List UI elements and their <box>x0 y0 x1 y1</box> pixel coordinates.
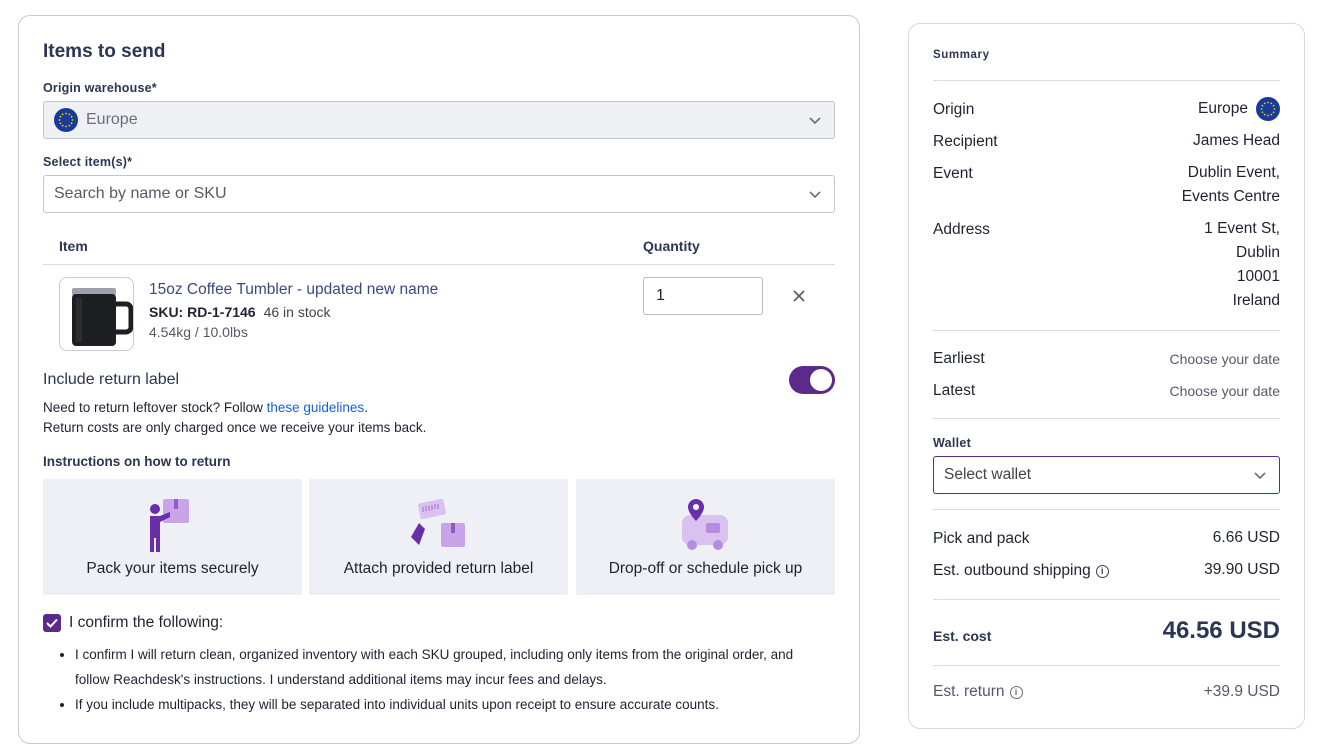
recipient-value: James Head <box>1192 132 1280 149</box>
select-items-label: Select item(s)* <box>43 155 133 169</box>
truck-icon <box>681 499 728 550</box>
check-icon <box>46 618 58 628</box>
chevron-down-icon <box>809 191 821 199</box>
address-line: 1 Event St, <box>1204 220 1280 237</box>
est-cost-value: 46.56 USD <box>1162 617 1280 644</box>
confirm-bullets: I confirm I will return clean, organized… <box>59 642 829 717</box>
toggle-knob <box>810 369 832 391</box>
pack-icon <box>149 499 189 552</box>
step-dropoff-label: Drop-off or schedule pick up <box>608 560 803 577</box>
divider <box>933 80 1280 81</box>
info-icon[interactable]: i <box>1009 686 1023 699</box>
confirm-label: I confirm the following: <box>69 614 224 631</box>
confirm-row[interactable]: I confirm the following: <box>43 614 223 632</box>
origin-value-text: Europe <box>1198 100 1248 117</box>
chevron-down-icon <box>809 117 821 125</box>
table-divider <box>43 264 835 265</box>
est-return-value: +39.9 USD <box>1203 683 1280 700</box>
items-title: Items to send <box>43 41 166 62</box>
confirm-checkbox[interactable] <box>43 614 61 632</box>
chevron-down-icon <box>1254 472 1266 480</box>
info-icon[interactable]: i <box>1095 565 1109 578</box>
divider <box>933 509 1280 510</box>
shipping-value: 39.90 USD <box>1204 561 1280 578</box>
latest-label: Latest <box>933 382 976 399</box>
item-sku-value: SKU: RD-1-7146 <box>149 304 256 320</box>
return-label-toggle[interactable] <box>789 366 835 394</box>
address-line: 10001 <box>1236 268 1280 285</box>
shipping-label-row: Est. outbound shipping i <box>933 562 1109 580</box>
origin-warehouse-select[interactable]: Europe <box>43 101 835 139</box>
return-label-description: Need to return leftover stock? Follow th… <box>43 398 426 438</box>
origin-warehouse-label: Origin warehouse* <box>43 81 157 95</box>
wallet-select[interactable]: Select wallet <box>933 456 1280 494</box>
summary-card: Summary Origin Europe Recipient James He… <box>908 23 1305 729</box>
item-weight: 4.54kg / 10.0lbs <box>149 324 248 340</box>
address-line: Ireland <box>1232 292 1280 309</box>
wallet-label: Wallet <box>933 436 972 450</box>
divider <box>933 665 1280 666</box>
items-card: Items to send Origin warehouse* Europe S… <box>18 15 860 744</box>
event-label: Event <box>933 165 973 182</box>
event-line: Events Centre <box>1181 188 1280 205</box>
eu-flag-icon <box>1256 97 1280 121</box>
origin-label: Origin <box>933 101 975 118</box>
return-label-title: Include return label <box>43 371 180 388</box>
address-label: Address <box>933 221 990 238</box>
quantity-column-header: Quantity <box>643 238 700 254</box>
origin-warehouse-value: Europe <box>86 111 138 128</box>
item-stock: 46 in stock <box>263 304 331 320</box>
earliest-label: Earliest <box>933 350 985 367</box>
instructions-title: Instructions on how to return <box>43 454 231 469</box>
eu-flag-icon <box>54 108 78 132</box>
event-value: Dublin Event, Events Centre <box>1182 161 1280 209</box>
origin-value: Europe <box>1198 97 1280 121</box>
shipping-label: Est. outbound shipping <box>933 562 1091 579</box>
recipient-label: Recipient <box>933 133 998 150</box>
divider <box>933 599 1280 600</box>
address-line: Dublin <box>1236 244 1280 261</box>
item-name-link[interactable]: 15oz Coffee Tumbler - updated new name <box>149 281 438 299</box>
divider <box>933 418 1280 419</box>
confirm-bullet: If you include multipacks, they will be … <box>75 692 829 717</box>
divider <box>933 330 1280 331</box>
step-pack: Pack your items securely <box>43 479 302 595</box>
est-return-label: Est. return <box>933 683 1005 700</box>
item-search-placeholder: Search by name or SKU <box>54 185 227 202</box>
est-return-label-row: Est. return i <box>933 683 1023 701</box>
return-text-prefix: Need to return leftover stock? Follow <box>43 400 267 415</box>
item-column-header: Item <box>59 238 88 254</box>
step-label-label: Attach provided return label <box>343 560 534 577</box>
quantity-input[interactable]: 1 <box>643 277 763 315</box>
return-text-suffix: . <box>364 400 368 415</box>
close-icon[interactable] <box>793 290 805 302</box>
guidelines-link[interactable]: these guidelines <box>267 400 365 415</box>
pick-pack-label: Pick and pack <box>933 530 1030 547</box>
return-cost-note: Return costs are only charged once we re… <box>43 420 427 435</box>
step-label: Attach provided return label <box>309 479 568 595</box>
address-value: 1 Event St, Dublin 10001 Ireland <box>1204 217 1280 313</box>
est-cost-label: Est. cost <box>933 628 992 644</box>
earliest-date-picker[interactable]: Choose your date <box>1169 347 1280 371</box>
product-thumbnail <box>59 277 134 351</box>
label-icon <box>410 498 465 547</box>
step-dropoff: Drop-off or schedule pick up <box>576 479 835 595</box>
pick-pack-value: 6.66 USD <box>1212 529 1280 546</box>
event-line: Dublin Event, <box>1187 164 1280 181</box>
item-sku: SKU: RD-1-7146 46 in stock <box>149 304 331 320</box>
latest-date-picker[interactable]: Choose your date <box>1169 379 1280 403</box>
step-pack-label: Pack your items securely <box>86 560 259 577</box>
confirm-bullet: I confirm I will return clean, organized… <box>75 642 829 692</box>
item-search-select[interactable]: Search by name or SKU <box>43 175 835 213</box>
summary-title: Summary <box>933 49 990 61</box>
wallet-placeholder: Select wallet <box>944 466 1032 483</box>
